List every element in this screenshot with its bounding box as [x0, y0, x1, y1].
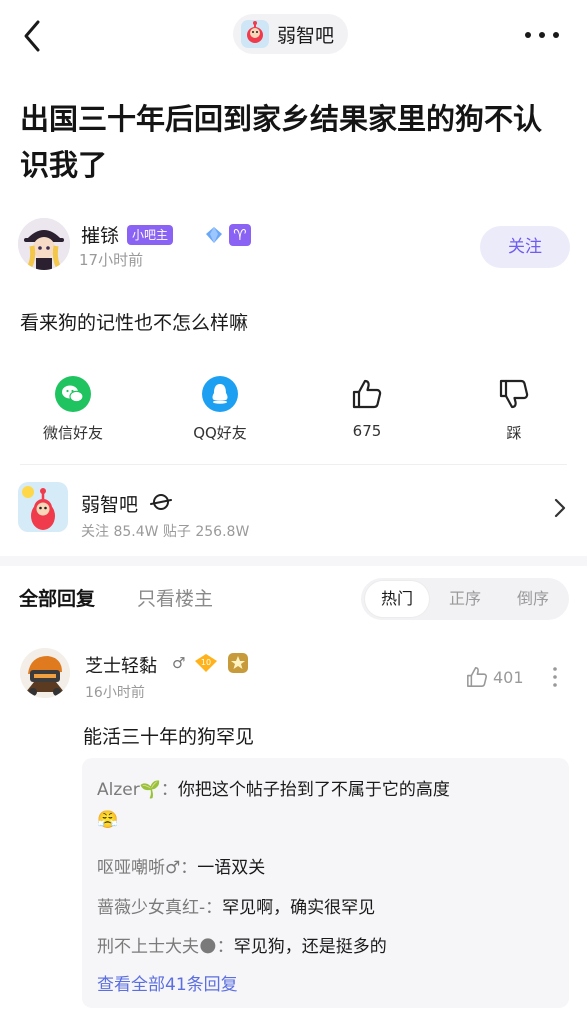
sub-reply-3: 蔷薇少女真红-：罕见啊，确实很罕见 [97, 893, 375, 918]
tab-only-op[interactable]: 只看楼主 [137, 584, 213, 611]
dislike-button[interactable]: 踩 [459, 376, 569, 443]
comment-like-count: 401 [493, 667, 524, 687]
sub-reply-emoji: 😤 [97, 810, 119, 830]
like-count: 675 [352, 422, 382, 440]
comment-time: 16小时前 [85, 685, 145, 701]
follow-button[interactable]: 关注 [480, 226, 570, 268]
forum-avatar-icon [241, 20, 269, 48]
moderator-badge: 小吧主 [127, 225, 174, 245]
share-qq-button[interactable]: QQ好友 [165, 376, 275, 443]
chevron-right-icon [552, 496, 568, 520]
sub-reply-text: 罕见狗，还是挺多的 [233, 937, 387, 957]
sub-reply-user[interactable]: 蔷薇少女真红-： [97, 898, 222, 918]
dislike-label: 踩 [506, 424, 522, 442]
sort-toggle: 热门 正序 倒序 [361, 578, 569, 620]
sub-replies-box[interactable]: Alzer🌱：你把这个帖子抬到了不属于它的高度 😤 呕哑嘲哳♂：一语双关 蔷薇少… [82, 758, 569, 1008]
more-options-icon[interactable] [525, 26, 559, 44]
svg-text:10: 10 [201, 658, 211, 667]
forum-stats: 关注 85.4W 贴子 256.8W [81, 524, 250, 540]
sub-reply-user[interactable]: Alzer🌱： [97, 780, 178, 800]
comment-more-icon[interactable] [552, 666, 558, 688]
divider [20, 464, 567, 465]
forum-pill-label: 弱智吧 [277, 24, 335, 47]
sub-reply-user[interactable]: 刑不上士大夫🌑： [97, 937, 234, 957]
view-all-replies-link[interactable]: 查看全部41条回复 [97, 970, 238, 995]
sub-reply-4: 刑不上士大夫🌑：罕见狗，还是挺多的 [97, 932, 387, 957]
tab-all-replies[interactable]: 全部回复 [19, 584, 95, 611]
sub-reply-1: Alzer🌱：你把这个帖子抬到了不属于它的高度 [97, 775, 450, 800]
thumbs-up-icon [349, 376, 385, 412]
gender-male-icon: ♂ [172, 654, 186, 672]
level-diamond-icon [204, 225, 224, 245]
section-separator [0, 556, 587, 566]
reply-tabs: 全部回复 只看楼主 热门 正序 倒序 [0, 576, 587, 622]
sub-reply-text: 罕见啊，确实很罕见 [222, 898, 376, 918]
top-bar: 弱智吧 [0, 0, 587, 72]
thumbs-up-icon [467, 667, 488, 687]
planet-icon [150, 491, 172, 513]
comment-like-button[interactable]: 401 [465, 665, 524, 689]
sort-ascending[interactable]: 正序 [433, 578, 497, 620]
sub-reply-text: 一语双关 [197, 858, 266, 878]
back-arrow-icon[interactable] [18, 18, 48, 54]
thumbs-down-icon [496, 376, 532, 412]
level-badge-icon: 10 [194, 653, 218, 673]
zodiac-aries-icon: ♈ [229, 224, 251, 246]
like-button[interactable]: 675 [312, 376, 422, 440]
sub-reply-text: 你把这个帖子抬到了不属于它的高度 [177, 780, 450, 800]
commenter-name[interactable]: 芝士轻黏 [85, 652, 157, 678]
qq-icon [202, 376, 238, 412]
forum-avatar-icon [18, 482, 68, 532]
wechat-icon [55, 376, 91, 412]
share-qq-label: QQ好友 [193, 424, 247, 442]
author-post-time: 17小时前 [79, 251, 144, 269]
post-body: 看来狗的记性也不怎么样嘛 [20, 312, 249, 334]
sort-descending[interactable]: 倒序 [501, 578, 565, 620]
share-row: 微信好友 QQ好友 675 踩 [0, 376, 587, 446]
author-name[interactable]: 摧铩 [81, 221, 119, 248]
sub-reply-user[interactable]: 呕哑嘲哳♂： [97, 858, 197, 878]
forum-pill[interactable]: 弱智吧 [233, 14, 349, 54]
forum-card[interactable]: 弱智吧 关注 85.4W 贴子 256.8W [18, 482, 568, 542]
author-avatar[interactable] [18, 218, 70, 270]
comment-text: 能活三十年的狗罕见 [83, 726, 255, 748]
sort-hot[interactable]: 热门 [365, 581, 429, 617]
sub-reply-2: 呕哑嘲哳♂：一语双关 [97, 853, 265, 878]
commenter-avatar[interactable] [20, 648, 70, 698]
share-wechat-button[interactable]: 微信好友 [18, 376, 128, 443]
author-row: 摧铩 小吧主 ♈ 17小时前 关注 [18, 218, 570, 274]
share-wechat-label: 微信好友 [42, 424, 103, 442]
forum-name: 弱智吧 [81, 494, 139, 516]
post-title: 出国三十年后回到家乡结果家里的狗不认识我了 [20, 102, 543, 182]
medal-icon [227, 652, 249, 674]
